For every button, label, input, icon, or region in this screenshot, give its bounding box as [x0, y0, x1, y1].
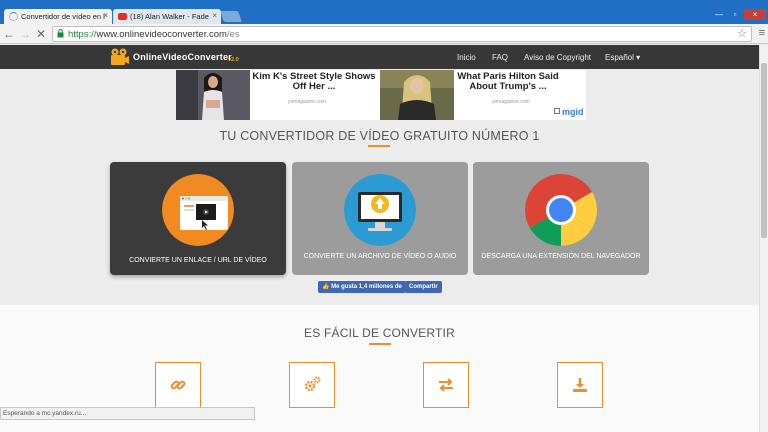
address-bar[interactable]: https://www.onlinevideoconverter.com/es … — [52, 26, 752, 42]
card-browser-extension[interactable]: DESCARGA UNA EXTENSIÓN DEL NAVEGADOR — [473, 162, 649, 275]
ad-source-1: yomagazine.com — [288, 99, 326, 105]
ad-title-1[interactable]: Kim K's Street Style Shows Off Her ... — [250, 72, 378, 92]
close-tab-icon[interactable]: × — [212, 11, 217, 20]
logo-text: OnlineVideoConverter — [133, 52, 232, 62]
steps-title-underline — [369, 343, 391, 345]
nav-inicio[interactable]: Inicio — [457, 53, 476, 62]
facebook-like-button[interactable]: 👍 Me gusta 1,4 millones de — [318, 281, 406, 293]
browser-window: Convertidor de vídeo en l × (18) Alan Wa… — [0, 0, 768, 432]
step-box-link — [155, 362, 201, 408]
share-label: Compartir — [409, 284, 438, 290]
maximize-button[interactable]: ▫ — [728, 9, 742, 20]
ad-choices-icon[interactable] — [554, 108, 560, 114]
page-scrollbar[interactable] — [759, 45, 768, 432]
stop-loading-icon[interactable]: ✕ — [34, 27, 48, 41]
thumbs-up-icon: 👍 — [322, 284, 332, 290]
film-reel-logo-icon — [111, 48, 129, 65]
link-icon — [170, 380, 186, 390]
browser-toolbar: ← → ✕ https://www.onlinevideoconverter.c… — [0, 24, 768, 44]
nav-copyright[interactable]: Aviso de Copyright — [524, 53, 591, 62]
ad-image-1[interactable] — [176, 70, 250, 120]
screen-link-icon — [162, 174, 234, 246]
youtube-icon — [118, 13, 127, 20]
forward-arrow-icon[interactable]: → — [18, 27, 32, 41]
ad-title-2[interactable]: What Paris Hilton Said About Trump's ... — [456, 72, 560, 92]
bookmark-star-icon[interactable]: ☆ — [737, 27, 747, 40]
url-path: /es — [226, 29, 240, 40]
facebook-share-button[interactable]: Compartir — [405, 281, 442, 293]
scrollbar-thumb[interactable] — [761, 63, 767, 238]
close-tab-icon[interactable]: × — [103, 11, 108, 20]
tab-converter[interactable]: Convertidor de vídeo en l × — [4, 9, 112, 24]
ad-banner[interactable]: Kim K's Street Style Shows Off Her ... y… — [176, 70, 586, 120]
loading-spinner-icon — [9, 12, 18, 21]
title-underline — [368, 145, 390, 147]
ad-source-2: yomagazine.com — [492, 99, 530, 105]
lock-icon — [57, 29, 64, 38]
card-caption: DESCARGA UNA EXTENSIÓN DEL NAVEGADOR — [481, 253, 641, 260]
url-host: www.onlinevideoconverter.com — [96, 29, 227, 40]
url-scheme: https:// — [68, 29, 97, 40]
step-box-settings — [289, 362, 335, 408]
browser-menu-icon[interactable]: ≡ — [759, 27, 765, 39]
ad-image-2[interactable] — [380, 70, 454, 120]
new-tab-button[interactable] — [219, 11, 243, 22]
download-icon — [573, 378, 587, 392]
back-arrow-icon[interactable]: ← — [2, 27, 16, 41]
tab-title: (18) Alan Walker - Fade — [130, 12, 209, 21]
tab-youtube[interactable]: (18) Alan Walker - Fade × — [113, 9, 221, 24]
card-caption: CONVIERTE UN ENLACE / URL DE VÍDEO — [129, 257, 267, 264]
step-box-convert — [423, 362, 469, 408]
card-caption: CONVIERTE UN ARCHIVO DE VÍDEO O AUDIO — [303, 253, 457, 260]
chrome-icon — [525, 174, 597, 246]
card-convert-link[interactable]: CONVIERTE UN ENLACE / URL DE VÍDEO — [110, 162, 286, 275]
close-window-button[interactable]: × — [744, 9, 766, 20]
minimize-button[interactable]: — — [712, 9, 726, 20]
language-dropdown[interactable]: Español ▾ — [605, 53, 640, 62]
page-viewport: OnlineVideoConverter v2.0 Inicio FAQ Avi… — [0, 45, 759, 432]
arrows-icon — [439, 378, 453, 392]
steps-title: ES FÁCIL DE CONVERTIR — [304, 326, 455, 340]
card-convert-file[interactable]: CONVIERTE UN ARCHIVO DE VÍDEO O AUDIO — [292, 162, 468, 275]
step-box-download — [557, 362, 603, 408]
title-bar: Convertidor de vídeo en l × (18) Alan Wa… — [0, 0, 768, 24]
logo-version: v2.0 — [228, 57, 239, 63]
site-navbar: OnlineVideoConverter v2.0 Inicio FAQ Avi… — [0, 45, 759, 69]
tab-title: Convertidor de vídeo en l — [21, 12, 105, 21]
ad-brand[interactable]: mgid — [562, 107, 584, 117]
url-text: https://www.onlinevideoconverter.com/es — [68, 29, 240, 40]
nav-faq[interactable]: FAQ — [492, 53, 508, 62]
gears-icon — [304, 376, 321, 392]
like-label: Me gusta 1,4 millones de — [331, 284, 402, 290]
upload-monitor-icon — [344, 174, 416, 246]
status-bar: Esperando a mc.yandex.ru... — [0, 407, 255, 420]
hero-title: TU CONVERTIDOR DE VÍDEO GRATUITO NÚMERO … — [219, 129, 540, 143]
